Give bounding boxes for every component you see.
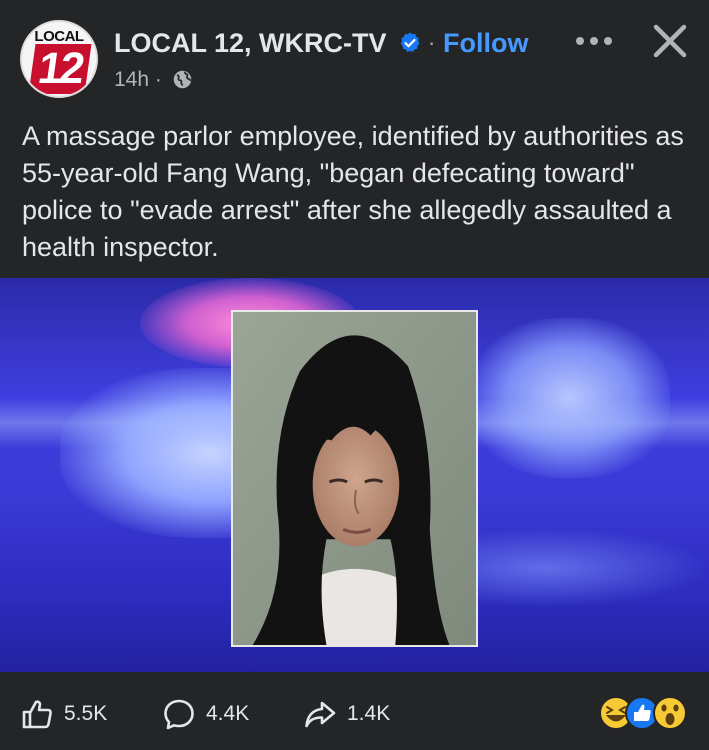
mugshot-photo bbox=[231, 310, 478, 647]
follow-button[interactable]: Follow bbox=[443, 28, 528, 59]
post-timestamp[interactable]: 14h · bbox=[114, 68, 162, 92]
like-button[interactable]: 5.5K bbox=[20, 692, 107, 736]
post-body-text: A massage parlor employee, identified by… bbox=[22, 121, 684, 262]
wow-reaction-icon bbox=[653, 696, 687, 730]
avatar-logo-text: LOCAL bbox=[34, 28, 84, 45]
more-options-icon[interactable] bbox=[571, 26, 617, 56]
verified-badge-icon bbox=[400, 32, 420, 52]
post-image[interactable] bbox=[0, 278, 709, 672]
comment-count: 4.4K bbox=[206, 702, 250, 725]
share-arrow-icon bbox=[305, 701, 336, 728]
page-avatar[interactable]: LOCAL 12 bbox=[20, 20, 98, 98]
share-count: 1.4K bbox=[347, 702, 391, 725]
header-separator: · bbox=[428, 30, 436, 55]
thumbs-up-icon bbox=[22, 700, 52, 729]
comment-button[interactable]: 4.4K bbox=[162, 692, 249, 736]
share-button[interactable]: 1.4K bbox=[303, 692, 390, 736]
post-header: LOCAL 12 LOCAL 12, WKRC-TV · Follow 14h … bbox=[0, 0, 709, 110]
comment-bubble-icon bbox=[164, 699, 194, 730]
avatar-logo-number: 12 bbox=[28, 44, 92, 94]
close-icon[interactable] bbox=[651, 22, 689, 60]
page-name-link[interactable]: LOCAL 12, WKRC-TV bbox=[114, 28, 387, 59]
globe-icon bbox=[173, 70, 192, 89]
post-actions-bar: 5.5K 4.4K 1.4K bbox=[0, 688, 709, 750]
like-count: 5.5K bbox=[64, 702, 108, 725]
reactions-summary[interactable] bbox=[598, 694, 690, 732]
